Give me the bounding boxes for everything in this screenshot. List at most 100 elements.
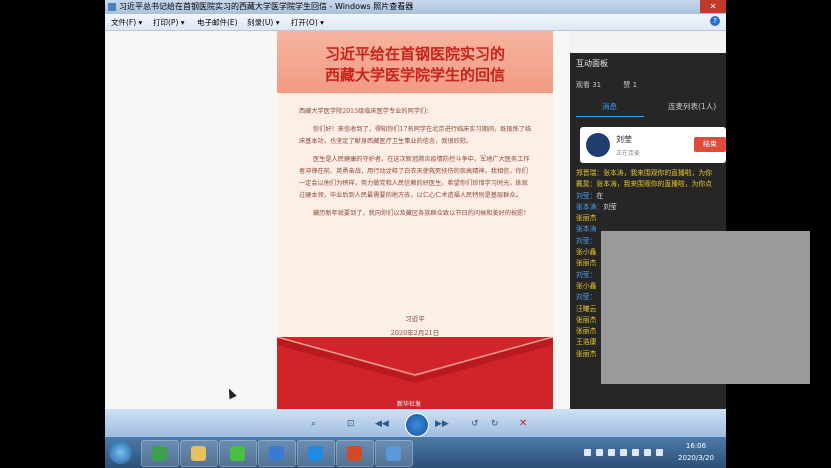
chat-sender: 张丽杰: [576, 349, 597, 358]
panel-stats: 观看 31 赞 1: [576, 80, 657, 90]
rotate-ccw-icon[interactable]: ↺: [471, 419, 479, 429]
previous-icon[interactable]: ◀◀: [375, 419, 389, 429]
tray-icon[interactable]: [620, 449, 627, 456]
wechat-icon: [230, 446, 245, 461]
connect-user-name: 刘莹: [616, 135, 632, 144]
chat-message: 戴晁：张本涛，我来围观你的直播啦，为你点: [576, 178, 726, 189]
view-background: [105, 31, 277, 409]
views-count: 观看 31: [576, 81, 602, 89]
tab-messages[interactable]: 消息: [602, 101, 617, 112]
tab-connect-list[interactable]: 连麦列表(1人): [668, 101, 716, 112]
chat-sender: 刘莹：: [576, 293, 597, 302]
chat-text: 张本涛，我来围观你的直播啦，为你点: [596, 180, 712, 189]
letter-paragraph: 医生是人民健康的守护者。在这次新冠肺炎疫情防控斗争中，军地广大医务工作者冲锋在前…: [299, 156, 530, 199]
blurred-overlay: [601, 231, 810, 384]
letter-title-line2: 西藏大学医学院学生的回信: [324, 66, 505, 84]
taskbar-video[interactable]: [297, 440, 335, 467]
chat-sender: 刘莹：: [576, 191, 597, 200]
chat-message: 刘莹：在: [576, 190, 726, 201]
envelope-flap: [277, 337, 553, 383]
help-icon[interactable]: ?: [710, 16, 720, 26]
tray-icon[interactable]: [632, 449, 639, 456]
photo-viewer-icon: [108, 3, 116, 11]
taskbar-ie[interactable]: [141, 440, 179, 467]
chat-sender: 汪曦云: [576, 304, 597, 313]
tray-icon[interactable]: [644, 449, 651, 456]
letter-image: 习近平给在首钢医院实习的 西藏大学医学院学生的回信 西藏大学医学院2015级临床…: [277, 31, 553, 409]
letter-paragraph: 你们好！来信收到了，得知你们17名同学在北京进行临床实习期间，既锻炼了临床基本功…: [299, 126, 532, 145]
taskbar-ppt[interactable]: [336, 440, 374, 467]
system-tray: 16:06 2020/3/20: [538, 439, 718, 466]
taskbar-explorer[interactable]: [180, 440, 218, 467]
menu-email[interactable]: 电子邮件(E): [197, 17, 238, 28]
chat-sender: 张本涛：: [576, 202, 604, 211]
xinhua-logo: 新华社发: [397, 401, 422, 408]
chat-message: 郑晋瑞：张本涛，我来围观你的直播啦，为你: [576, 167, 726, 178]
video-icon: [308, 446, 323, 461]
window-title: 习近平总书记给在首钢医院实习的西藏大学医学院学生回信 - Windows 照片查…: [119, 2, 414, 11]
delete-icon[interactable]: ✕: [519, 418, 527, 429]
chat-message: 张本涛：刘莹: [576, 201, 726, 212]
tray-icon[interactable]: [608, 449, 615, 456]
chat-sender: 张本涛: [576, 225, 597, 234]
taskbar: 16:06 2020/3/20: [105, 437, 726, 468]
powerpoint-icon: [347, 446, 362, 461]
chat-sender: 张丽杰: [576, 315, 597, 324]
tray-icon[interactable]: [596, 449, 603, 456]
active-tab-indicator: [576, 116, 644, 117]
avatar: [586, 133, 610, 157]
chat-text: 刘莹: [603, 202, 617, 211]
chat-message: 张丽杰: [576, 212, 726, 223]
letter-header: 习近平给在首钢医院实习的 西藏大学医学院学生的回信: [277, 31, 553, 93]
letter-title-line1: 习近平给在首钢医院实习的: [324, 45, 505, 63]
menu-open[interactable]: 打开(O) ▾: [291, 17, 324, 28]
tray-icon[interactable]: [584, 449, 591, 456]
start-button[interactable]: [109, 441, 132, 464]
menu-print[interactable]: 打印(P) ▾: [153, 17, 185, 28]
close-button[interactable]: ✕: [700, 0, 726, 13]
panel-tabs: 消息 连麦列表(1人): [570, 97, 726, 117]
menu-file[interactable]: 文件(F) ▾: [111, 17, 142, 28]
clock-date: 2020/3/20: [678, 454, 714, 462]
chat-text: 在: [596, 191, 604, 200]
viewer-toolbar: ⌕ ⊡ ◀◀ ▶▶ ↺ ↻ ✕: [105, 409, 726, 437]
slideshow-button[interactable]: [405, 413, 429, 437]
clock-time: 16:06: [685, 442, 707, 450]
chat-sender: 张小鑫: [576, 248, 597, 257]
likes-count: 赞 1: [623, 81, 638, 89]
clock[interactable]: 16:06 2020/3/20: [674, 440, 718, 464]
chat-sender: 郑晋瑞：: [576, 169, 604, 177]
rotate-cw-icon[interactable]: ↻: [491, 419, 499, 429]
letter-signature: 习近平: [405, 315, 425, 323]
chat-sender: 王浩康: [576, 338, 597, 347]
connect-status: 正在连麦: [616, 150, 641, 157]
connect-card: 刘莹 正在连麦 结束: [580, 127, 726, 163]
letter-greeting: 西藏大学医学院2015级临床医学专业的同学们：: [299, 108, 433, 115]
taskbar-photo-viewer[interactable]: [375, 440, 413, 467]
photo-viewer-task-icon: [386, 446, 401, 461]
chat-sender: 刘莹：: [576, 270, 597, 279]
next-icon[interactable]: ▶▶: [435, 419, 449, 429]
actual-size-icon[interactable]: ⊡: [347, 419, 355, 429]
chat-sender: 戴晁：: [576, 180, 597, 189]
red-envelope-graphic: 新华社发: [277, 337, 553, 409]
taskbar-wechat[interactable]: [219, 440, 257, 467]
end-connect-button[interactable]: 结束: [694, 137, 726, 152]
window-titlebar[interactable]: 习近平总书记给在首钢医院实习的西藏大学医学院学生回信 - Windows 照片查…: [105, 0, 726, 14]
chat-sender: 张丽杰: [576, 259, 597, 268]
taskbar-app[interactable]: [258, 440, 296, 467]
menu-bar: 文件(F) ▾ 打印(P) ▾ 电子邮件(E) 刻录(U) ▾ 打开(O) ▾ …: [105, 14, 726, 31]
letter-date: 2020年2月21日: [390, 329, 440, 337]
chat-sender: 张丽杰: [576, 214, 597, 223]
panel-title: 互动面板: [576, 59, 608, 68]
tray-icon[interactable]: [656, 449, 663, 456]
chat-sender: 张丽杰: [576, 327, 597, 336]
chat-sender: 张小鑫: [576, 281, 597, 290]
view-background-right: [553, 31, 570, 409]
app-icon: [269, 446, 284, 461]
chat-sender: 刘莹：: [576, 236, 597, 245]
folder-icon: [191, 446, 206, 461]
zoom-icon[interactable]: ⌕: [311, 419, 316, 429]
menu-burn[interactable]: 刻录(U) ▾: [247, 17, 280, 28]
letter-paragraph: 藏历新年就要到了，我向你们以及藏区各族群众致以节日的问候和美好的祝愿！: [313, 210, 530, 217]
